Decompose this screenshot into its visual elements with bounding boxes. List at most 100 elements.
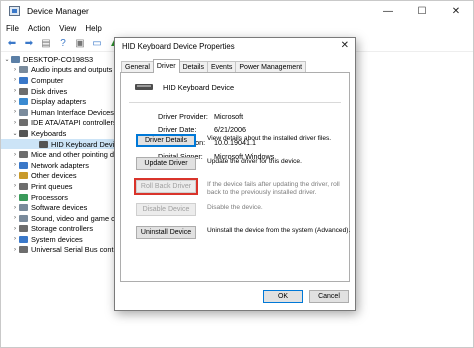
scan-hardware-icon[interactable]: ▣ (73, 37, 87, 50)
back-arrow-icon[interactable]: ⬅ (5, 37, 19, 50)
chevron-right-icon[interactable]: › (11, 194, 19, 200)
tree-item[interactable]: ⌄ Keyboards (1, 128, 121, 139)
chevron-right-icon[interactable]: › (11, 173, 19, 179)
tree-item[interactable]: › Storage controllers (1, 224, 121, 235)
tree-item-label: Display adapters (31, 97, 87, 107)
dialog-title: HID Keyboard Device Properties (122, 42, 235, 51)
dialog-close-button[interactable]: ✕ (341, 40, 349, 51)
chevron-right-icon[interactable]: › (11, 205, 19, 211)
chevron-right-icon[interactable]: › (11, 88, 19, 94)
menu-help[interactable]: Help (80, 24, 105, 33)
menu-action[interactable]: Action (23, 24, 54, 33)
tab-driver[interactable]: Driver (152, 59, 180, 73)
device-category-icon (11, 55, 20, 63)
tree-item-label: Storage controllers (31, 224, 94, 234)
device-category-icon (19, 172, 28, 180)
chevron-right-icon[interactable]: › (11, 247, 19, 253)
tree-item[interactable]: › IDE ATA/ATAPI controllers (1, 118, 121, 129)
tree-item[interactable]: › Mice and other pointing devices (1, 149, 135, 160)
tree-item-selected[interactable]: HID Keyboard Device (1, 138, 123, 150)
driver-provider-label: Driver Provider: (158, 112, 208, 121)
tree-item[interactable]: › Sound, video and game controllers (1, 213, 145, 224)
monitor-icon[interactable]: ▭ (90, 37, 104, 50)
chevron-right-icon[interactable]: › (11, 120, 19, 126)
device-category-icon (19, 235, 28, 243)
chevron-right-icon[interactable]: › (11, 162, 19, 168)
device-category-icon (19, 204, 28, 212)
tree-item[interactable]: › Software devices (1, 202, 121, 213)
help-icon[interactable]: ? (56, 37, 70, 50)
tree-item[interactable]: › Display adapters (1, 96, 121, 107)
driver-details-description: View details about the installed driver … (207, 135, 332, 142)
close-button[interactable]: ✕ (439, 1, 473, 21)
tree-item[interactable]: ⌄ DESKTOP-CO198S3 (1, 54, 121, 65)
chevron-right-icon[interactable]: › (11, 77, 19, 83)
driver-provider-value: Microsoft (214, 112, 244, 121)
device-category-icon (19, 108, 28, 116)
device-category-icon (19, 98, 28, 106)
cancel-button[interactable]: Cancel (309, 290, 349, 303)
properties-icon[interactable]: ▤ (39, 37, 53, 50)
device-category-icon (39, 140, 48, 148)
device-category-icon (19, 193, 28, 201)
chevron-right-icon[interactable]: › (11, 236, 19, 242)
chevron-right-icon[interactable]: › (11, 67, 19, 73)
device-category-icon (19, 151, 28, 159)
tree-item-label: Network adapters (31, 160, 89, 170)
chevron-down-icon[interactable]: ⌄ (11, 130, 19, 137)
tree-item-label: Other devices (31, 171, 77, 181)
tree-item[interactable]: › Network adapters (1, 160, 121, 171)
chevron-down-icon[interactable]: ⌄ (3, 56, 11, 63)
tree-item-label: Print queues (31, 181, 73, 191)
driver-tab-panel: HID Keyboard Device Driver Provider: Micr… (120, 72, 350, 282)
tree-item[interactable]: › Universal Serial Bus controllers (1, 245, 134, 256)
maximize-button[interactable]: ☐ (405, 1, 439, 21)
ok-button[interactable]: OK (263, 290, 303, 303)
device-category-icon (19, 246, 28, 254)
tab-strip: General Driver Details Events Power Mana… (121, 59, 307, 73)
tree-item-label: System devices (31, 234, 83, 244)
title-bar: Device Manager — ☐ ✕ (1, 1, 473, 21)
device-manager-icon (9, 6, 20, 16)
uninstall-device-description: Uninstall the device from the system (Ad… (207, 227, 351, 234)
menu-view[interactable]: View (54, 24, 80, 33)
device-category-icon (19, 76, 28, 84)
roll-back-driver-description: If the device fails after updating the d… (207, 181, 340, 196)
tree-item-label: Software devices (31, 203, 88, 213)
tree-item-label: IDE ATA/ATAPI controllers (31, 118, 117, 128)
menu-file[interactable]: File (1, 24, 23, 33)
tree-item[interactable]: › Computer (1, 75, 121, 86)
window-controls: — ☐ ✕ (371, 1, 473, 21)
tree-item-label: Disk drives (31, 86, 68, 96)
tree-item-label: Human Interface Devices (31, 107, 114, 117)
forward-arrow-icon[interactable]: ➡ (22, 37, 36, 50)
dialog-title-bar: HID Keyboard Device Properties ✕ (115, 38, 355, 55)
tree-item[interactable]: › System devices (1, 234, 121, 245)
chevron-right-icon[interactable]: › (11, 152, 19, 158)
tree-item[interactable]: › Human Interface Devices (1, 107, 121, 118)
tree-item[interactable]: › Print queues (1, 181, 121, 192)
chevron-right-icon[interactable]: › (11, 99, 19, 105)
tree-item-label: HID Keyboard Device (51, 139, 123, 149)
chevron-right-icon[interactable]: › (11, 226, 19, 232)
chevron-right-icon[interactable]: › (11, 109, 19, 115)
keyboard-icon (135, 84, 153, 90)
disable-device-description: Disable the device. (207, 204, 263, 211)
tree-item[interactable]: › Disk drives (1, 86, 121, 97)
driver-action-row: Uninstall Device Uninstall the device fro… (131, 226, 350, 252)
chevron-right-icon[interactable]: › (11, 183, 19, 189)
tree-item-label: Audio inputs and outputs (31, 65, 113, 75)
uninstall-device-button[interactable]: Uninstall Device (136, 226, 196, 239)
minimize-button[interactable]: — (371, 1, 405, 21)
update-driver-description: Update the driver for this device. (207, 158, 302, 165)
device-name: HID Keyboard Device (163, 83, 235, 92)
tree-item-label: DESKTOP-CO198S3 (23, 54, 94, 64)
tree-item[interactable]: › Other devices (1, 171, 121, 182)
device-category-icon (19, 129, 28, 137)
driver-details-button[interactable]: Driver Details (136, 134, 196, 147)
update-driver-button[interactable]: Update Driver (136, 157, 196, 170)
device-category-icon (19, 182, 28, 190)
chevron-right-icon[interactable]: › (11, 215, 19, 221)
tree-item[interactable]: › Processors (1, 192, 121, 203)
tree-item[interactable]: › Audio inputs and outputs (1, 65, 121, 76)
